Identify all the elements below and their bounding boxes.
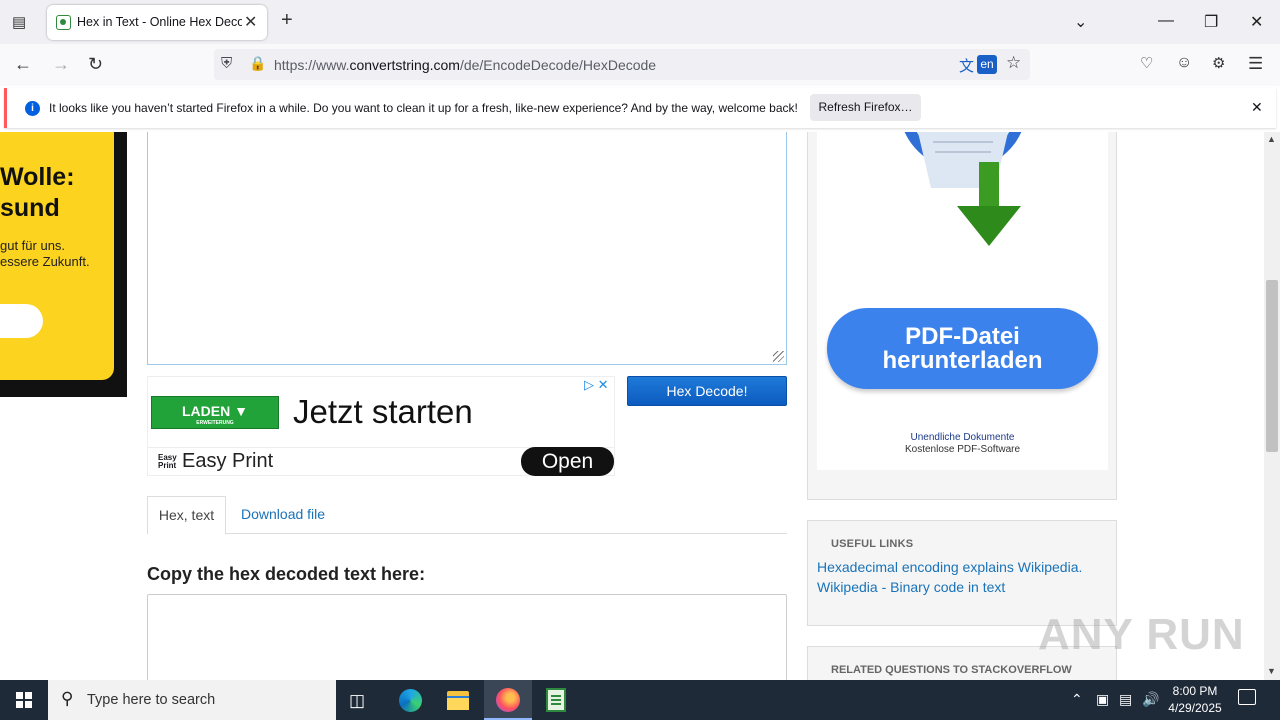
windows-taskbar: ⚲ Type here to search ◫ ⌃ ▣ ▤ 🔊 8:00 PM … — [0, 680, 1280, 720]
clock-time: 8:00 PM — [1172, 684, 1218, 698]
scrollbar-thumb[interactable] — [1266, 280, 1278, 452]
ad-brand-name: Easy Print — [182, 450, 274, 472]
notification-bar: i It looks like you haven’t started Fire… — [4, 88, 1276, 128]
link-binary-code-wikipedia[interactable]: Wikipedia - Binary code in text — [817, 579, 1005, 595]
taskbar-search-box[interactable]: ⚲ Type here to search — [48, 680, 336, 720]
related-questions-heading: RELATED QUESTIONS TO STACKOVERFLOW — [831, 664, 1072, 676]
volume-icon[interactable]: 🔊 — [1142, 691, 1159, 708]
link-hexadecimal-wikipedia[interactable]: Hexadecimal encoding explains Wikipedia. — [817, 559, 1082, 575]
restore-button[interactable]: ❐ — [1204, 12, 1218, 32]
pdf-ad-subtitle: Unendliche Dokumente — [910, 432, 1015, 443]
output-tabs: Hex, text Download file — [147, 496, 787, 535]
info-icon: i — [25, 101, 40, 116]
notepad-icon — [546, 688, 566, 712]
ad-laden-button[interactable]: LADEN ▼ ERWEITERUNG — [151, 396, 279, 429]
firefox-taskbar-button[interactable] — [484, 680, 532, 720]
left-ad-headline: Wolle: sund — [0, 163, 75, 222]
search-icon: ⚲ — [61, 689, 74, 708]
left-ad-panel: Wolle: sund gut für uns. essere Zukunft. — [0, 132, 114, 380]
translate-icon[interactable]: 文 — [959, 55, 974, 76]
tab-active[interactable]: Hex in Text - Online Hex Decoder ✕ — [47, 5, 267, 40]
banner-advertisement[interactable]: LADEN ▼ ERWEITERUNG Jetzt starten ▷ ✕ Eas… — [147, 376, 615, 476]
lock-icon[interactable]: 🔒 — [249, 55, 266, 72]
left-ad-body: gut für uns. essere Zukunft. — [0, 238, 90, 269]
tracking-shield-icon[interactable]: ⛨ — [221, 55, 232, 72]
task-view-icon: ◫ — [349, 691, 366, 710]
hex-decode-button[interactable]: Hex Decode! — [627, 376, 787, 406]
tab-overview-icon[interactable]: ▤ — [12, 13, 26, 31]
tray-device-icon[interactable]: ▣ — [1096, 691, 1109, 708]
tab-strip: ▤ Hex in Text - Online Hex Decoder ✕ + ⌄… — [0, 0, 1280, 44]
ad-choices-icon[interactable]: ▷ ✕ — [584, 377, 609, 393]
file-explorer-taskbar-button[interactable] — [434, 680, 482, 720]
resize-grip-icon[interactable] — [773, 351, 784, 362]
output-textarea[interactable] — [147, 594, 787, 680]
windows-logo-icon — [16, 692, 32, 708]
url-text[interactable]: https://www.convertstring.com/de/EncodeD… — [274, 57, 656, 73]
tab-title: Hex in Text - Online Hex Decoder — [77, 15, 242, 29]
edge-taskbar-button[interactable] — [386, 680, 434, 720]
output-heading: Copy the hex decoded text here: — [147, 564, 426, 584]
task-view-button[interactable]: ◫ — [336, 680, 384, 720]
hex-input-textarea[interactable] — [147, 132, 787, 365]
edge-icon — [399, 689, 422, 712]
easy-print-logo-icon: Easy Print — [158, 453, 177, 470]
site-favicon-icon — [56, 15, 71, 30]
notepad-taskbar-button[interactable] — [532, 680, 580, 720]
notification-message: It looks like you haven’t started Firefo… — [49, 101, 798, 115]
url-bar[interactable]: ⛨ 🔒 https://www.convertstring.com/de/Enc… — [214, 49, 1030, 80]
network-icon[interactable]: ▤ — [1119, 691, 1132, 708]
notification-close-icon[interactable]: ✕ — [1251, 99, 1263, 116]
tab-hex-text[interactable]: Hex, text — [147, 496, 226, 535]
notification-center-icon[interactable] — [1238, 689, 1256, 705]
taskbar-clock[interactable]: 8:00 PM 4/29/2025 — [1160, 683, 1230, 717]
pdf-ad-caption: Kostenlose PDF-Software — [904, 444, 1021, 455]
navigation-bar: ← → ↻ ⛨ 🔒 https://www.convertstring.com/… — [0, 44, 1280, 86]
clock-date: 4/29/2025 — [1168, 701, 1222, 715]
taskbar-search-placeholder: Type here to search — [87, 692, 216, 708]
ad-open-button[interactable]: Open — [521, 447, 614, 476]
tray-overflow-icon[interactable]: ⌃ — [1071, 691, 1083, 708]
page-scrollbar[interactable]: ▲ ▼ — [1264, 132, 1280, 680]
pdf-download-button[interactable]: PDF-Datei herunterladen — [827, 308, 1098, 389]
account-icon[interactable]: ☺ — [1176, 54, 1192, 72]
scroll-down-icon[interactable]: ▼ — [1267, 666, 1276, 676]
tab-close-icon[interactable]: ✕ — [244, 12, 257, 32]
folder-icon — [447, 691, 469, 710]
minimize-button[interactable]: — — [1158, 12, 1174, 30]
app-menu-icon[interactable]: ☰ — [1248, 54, 1263, 74]
back-icon[interactable]: ← — [14, 54, 32, 75]
close-window-button[interactable]: ✕ — [1250, 12, 1263, 32]
new-tab-button[interactable]: + — [281, 9, 293, 32]
firefox-icon — [496, 688, 520, 712]
useful-links-heading: USEFUL LINKS — [831, 538, 914, 550]
extensions-icon[interactable]: ⚙ — [1212, 54, 1225, 72]
pocket-icon[interactable]: ♡ — [1140, 54, 1153, 72]
left-ad-button[interactable] — [0, 304, 43, 338]
ad-headline: Jetzt starten — [293, 393, 473, 430]
translate-language-badge[interactable]: en — [977, 55, 997, 74]
refresh-firefox-button[interactable]: Refresh Firefox… — [810, 94, 921, 121]
start-button[interactable] — [0, 680, 48, 720]
page-content: Wolle: sund gut für uns. essere Zukunft. L… — [0, 132, 1264, 680]
pdf-ad-panel: PDF-Datei herunterladen Unendliche Dokume… — [817, 132, 1108, 470]
right-advertisement[interactable]: PDF-Datei herunterladen Unendliche Dokume… — [807, 132, 1117, 500]
tab-download-file[interactable]: Download file — [241, 506, 325, 522]
left-advertisement[interactable]: Wolle: sund gut für uns. essere Zukunft. — [0, 132, 127, 397]
download-document-icon — [904, 132, 1022, 246]
scroll-up-icon[interactable]: ▲ — [1267, 134, 1276, 144]
list-all-tabs-icon[interactable]: ⌄ — [1074, 12, 1087, 32]
anyrun-watermark: ANY RUN — [1038, 610, 1245, 659]
reload-icon[interactable]: ↻ — [88, 54, 103, 75]
forward-icon[interactable]: → — [52, 54, 70, 75]
bookmark-star-icon[interactable]: ☆ — [1006, 53, 1021, 73]
